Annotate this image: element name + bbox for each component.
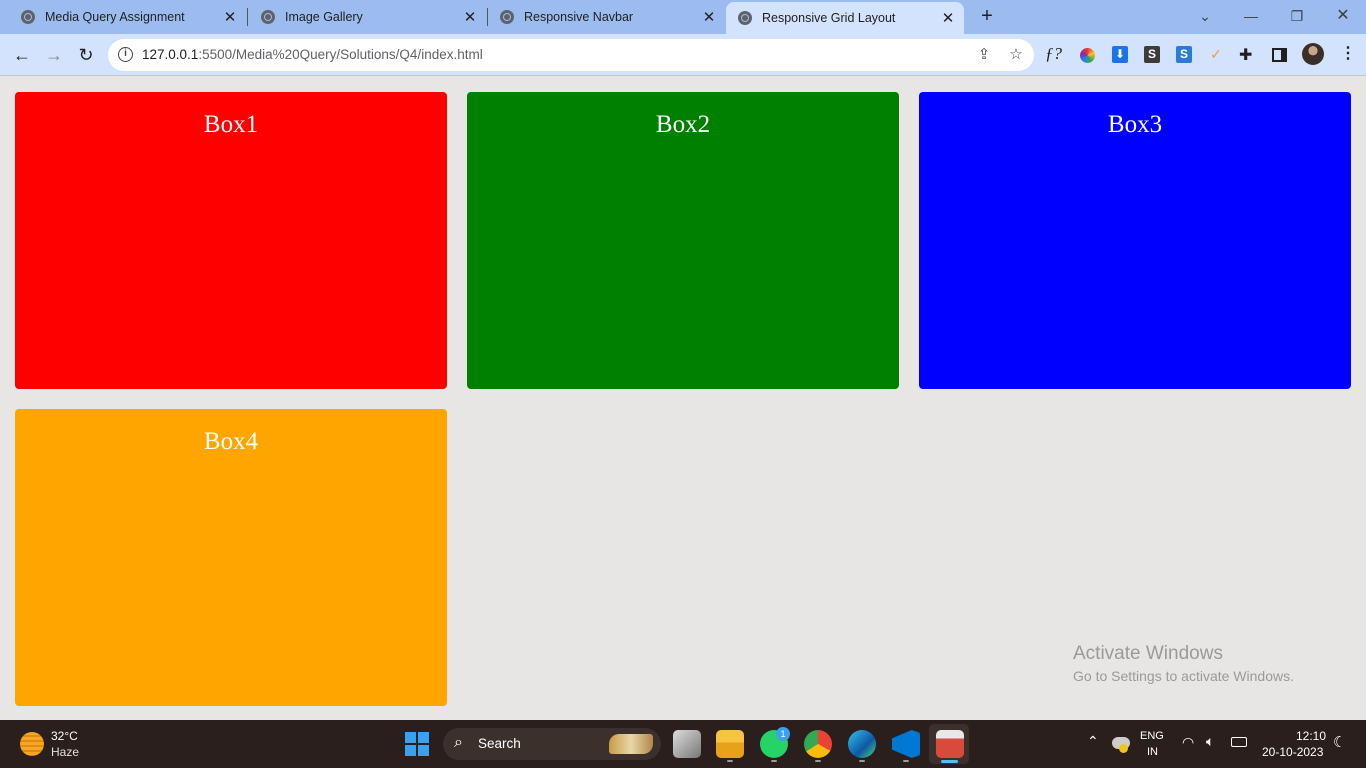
tab-title: Responsive Grid Layout	[762, 11, 896, 25]
clock-time[interactable]: 12:10	[1296, 729, 1326, 743]
whatsapp-notification-badge: 1	[776, 727, 790, 741]
globe-icon	[738, 11, 752, 25]
windows-taskbar: 32°C Haze ⌕ Search 1 ⌃ ENG IN ◠ 🔈︎ 12:10…	[0, 720, 1366, 768]
tab-title: Media Query Assignment	[45, 10, 185, 24]
forward-button[interactable]: →	[41, 42, 67, 68]
tab-title: Image Gallery	[285, 10, 363, 24]
extensions-puzzle-icon[interactable]: ✚	[1239, 45, 1252, 65]
windows-start-icon[interactable]	[405, 732, 429, 756]
share-icon[interactable]: ⇪	[974, 45, 994, 65]
search-highlight-diya-icon	[609, 734, 653, 754]
person-check-extension-icon[interactable]: ✓	[1208, 46, 1224, 63]
tab-image-gallery[interactable]: Image Gallery ✕	[240, 0, 486, 34]
running-indicator	[903, 760, 909, 762]
grid-box-2: Box2	[467, 92, 899, 389]
box-label: Box3	[1107, 111, 1163, 138]
do-not-disturb-moon-icon[interactable]: ☾	[1333, 733, 1346, 751]
watermark-subtitle: Go to Settings to activate Windows.	[1073, 668, 1294, 684]
side-panel-icon[interactable]	[1272, 48, 1287, 62]
reload-button[interactable]: ↻	[73, 42, 99, 68]
running-indicator	[727, 760, 733, 762]
close-icon[interactable]: ✕	[462, 8, 478, 26]
running-indicator	[859, 760, 865, 762]
chrome-icon[interactable]	[804, 730, 832, 758]
globe-icon	[21, 10, 35, 24]
clock-date[interactable]: 20-10-2023	[1262, 745, 1323, 759]
url-host: 127.0.0.1	[142, 47, 199, 62]
search-icon: ⌕	[454, 734, 463, 751]
tab-responsive-grid-layout[interactable]: Responsive Grid Layout ✕	[726, 2, 964, 34]
file-explorer-icon[interactable]	[716, 730, 744, 758]
warning-badge-icon	[1119, 744, 1128, 753]
box-label: Box2	[655, 111, 711, 138]
s-extension-icon[interactable]: S	[1144, 46, 1160, 63]
language-code[interactable]: ENG	[1140, 730, 1164, 742]
close-icon[interactable]: ✕	[222, 8, 238, 26]
search-label: Search	[478, 736, 521, 751]
tab-strip: Media Query Assignment ✕ Image Gallery ✕…	[0, 0, 1366, 34]
profile-avatar[interactable]	[1302, 43, 1324, 65]
box-label: Box4	[203, 428, 259, 455]
formula-extension-icon[interactable]: ƒ?	[1045, 44, 1062, 64]
start-tile	[418, 745, 429, 756]
download-extension-icon[interactable]: ⬇	[1112, 46, 1128, 63]
tab-media-query-assignment[interactable]: Media Query Assignment ✕	[0, 0, 246, 34]
blue-s-extension-icon[interactable]: S	[1176, 46, 1192, 63]
activate-windows-watermark: Activate Windows Go to Settings to activ…	[1073, 643, 1294, 684]
tab-responsive-navbar[interactable]: Responsive Navbar ✕	[479, 0, 725, 34]
grid-box-1: Box1	[15, 92, 447, 389]
start-tile	[405, 732, 416, 743]
back-button[interactable]: ←	[9, 42, 35, 68]
snipping-tool-icon[interactable]	[936, 730, 964, 758]
language-region[interactable]: IN	[1147, 746, 1158, 758]
url-text[interactable]: 127.0.0.1:5500/Media%20Query/Solutions/Q…	[142, 47, 483, 62]
battery-icon[interactable]	[1231, 737, 1247, 747]
close-icon[interactable]: ✕	[701, 8, 717, 26]
edge-icon[interactable]	[848, 730, 876, 758]
new-tab-button[interactable]: +	[976, 5, 998, 27]
vscode-icon[interactable]	[892, 730, 920, 758]
page-content: Box1 Box2 Box3 Box4 Activate Windows Go …	[0, 77, 1366, 720]
tab-search-chevron-icon[interactable]: ⌄	[1191, 4, 1219, 28]
globe-icon	[261, 10, 275, 24]
bookmark-star-icon[interactable]: ☆	[1006, 45, 1026, 65]
browser-toolbar: ← → ↻ i 127.0.0.1:5500/Media%20Query/Sol…	[0, 34, 1366, 76]
running-indicator	[771, 760, 777, 762]
menu-kebab-icon[interactable]: ⋮	[1340, 43, 1356, 63]
site-info-icon[interactable]: i	[118, 47, 133, 62]
restore-button[interactable]: ❐	[1283, 4, 1311, 28]
show-hidden-icons-chevron-icon[interactable]: ⌃	[1087, 733, 1099, 750]
watermark-title: Activate Windows	[1073, 643, 1223, 664]
taskbar-search-box[interactable]: ⌕ Search	[443, 728, 661, 760]
url-path: :5500/Media%20Query/Solutions/Q4/index.h…	[198, 47, 483, 62]
weather-description[interactable]: Haze	[51, 745, 79, 759]
address-bar[interactable]: i 127.0.0.1:5500/Media%20Query/Solutions…	[108, 39, 1034, 71]
start-tile	[418, 732, 429, 743]
tab-title: Responsive Navbar	[524, 10, 634, 24]
grid-box-4: Box4	[15, 409, 447, 706]
close-window-button[interactable]: ✕	[1329, 4, 1357, 28]
start-tile	[405, 745, 416, 756]
color-picker-extension-icon[interactable]	[1080, 48, 1095, 63]
grid-box-3: Box3	[919, 92, 1351, 389]
globe-icon	[500, 10, 514, 24]
weather-haze-icon[interactable]	[20, 732, 44, 756]
wifi-icon[interactable]: ◠	[1182, 734, 1194, 751]
running-indicator	[815, 760, 821, 762]
volume-icon[interactable]: 🔈︎	[1206, 733, 1214, 750]
weather-temperature[interactable]: 32°C	[51, 729, 78, 743]
minimize-button[interactable]: —	[1237, 4, 1265, 28]
box-label: Box1	[203, 111, 259, 138]
active-indicator	[941, 760, 958, 763]
close-icon[interactable]: ✕	[940, 9, 956, 27]
task-view-icon[interactable]	[673, 730, 701, 758]
